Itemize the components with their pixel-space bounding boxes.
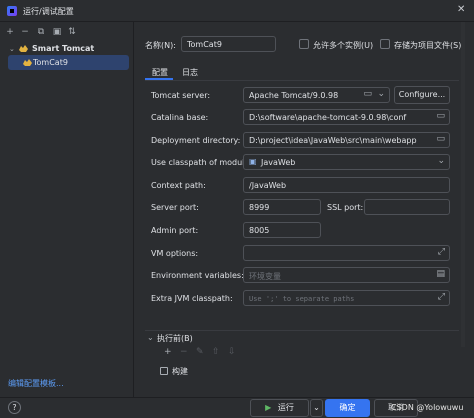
remove-icon[interactable]: −: [20, 27, 30, 37]
tree-root-label[interactable]: Smart Tomcat: [32, 44, 94, 53]
expand-icon: ⤢: [437, 247, 445, 257]
chevron-down-icon[interactable]: ⌄: [9, 45, 15, 53]
tab-logs[interactable]: 日志: [182, 67, 198, 78]
env-vars-field[interactable]: 环境变量 ▤: [243, 267, 450, 283]
close-icon[interactable]: ✕: [457, 4, 465, 15]
folder-icon: ▭: [363, 89, 372, 99]
extra-jvm-label: Extra JVM classpath:: [151, 294, 233, 303]
classpath-module-label: Use classpath of module:: [151, 158, 253, 167]
classpath-module-select[interactable]: ▣ JavaWeb ⌄: [243, 154, 450, 170]
tomcat-server-label: Tomcat server:: [151, 91, 211, 100]
tree-item-label: TomCat9: [33, 58, 68, 67]
name-label: 名称(N):: [145, 41, 176, 50]
build-icon: [160, 367, 168, 375]
run-button[interactable]: ▶ 运行: [250, 399, 309, 417]
ok-button[interactable]: 确定: [325, 399, 370, 417]
vm-options-label: VM options:: [151, 249, 199, 258]
name-field[interactable]: TomCat9: [181, 36, 276, 52]
expand-icon: ⤢: [437, 292, 445, 302]
chevron-down-icon: ⌄: [437, 156, 445, 166]
section-divider: [145, 330, 459, 331]
configure-button[interactable]: Configure...: [394, 86, 450, 104]
folder-icon: ▭: [436, 111, 445, 121]
chevron-down-icon[interactable]: ⌄: [147, 333, 154, 342]
help-button[interactable]: ?: [8, 401, 21, 414]
add-icon[interactable]: +: [5, 27, 15, 37]
extra-jvm-field[interactable]: Use ';' to separate paths ⤢: [243, 290, 450, 306]
move-down-icon[interactable]: ⇩: [228, 347, 236, 357]
ssl-port-field[interactable]: [364, 199, 450, 215]
window-title: 运行/调试配置: [23, 7, 74, 16]
watermark: CSDN @Yolowuwu: [391, 403, 464, 412]
context-path-label: Context path:: [151, 181, 206, 190]
add-task-icon[interactable]: +: [164, 347, 172, 357]
vm-options-field[interactable]: ⤢: [243, 245, 450, 261]
env-vars-label: Environment variables:: [151, 271, 244, 280]
copy-icon[interactable]: ⧉: [36, 27, 46, 37]
tomcat-icon: [22, 58, 33, 68]
edit-templates-link[interactable]: 编辑配置模板...: [8, 378, 64, 389]
server-port-label: Server port:: [151, 203, 199, 212]
before-launch-title[interactable]: 执行前(B): [157, 333, 193, 344]
move-up-icon[interactable]: ⇧: [212, 347, 220, 357]
ssl-port-label: SSL port:: [327, 203, 364, 212]
allow-parallel-checkbox[interactable]: [299, 39, 309, 49]
folder-icon: ▭: [436, 134, 445, 144]
tomcat-server-select[interactable]: Apache Tomcat/9.0.98 ▭ ⌄: [243, 87, 390, 103]
run-button-label: 运行: [277, 403, 294, 412]
server-port-field[interactable]: 8999: [243, 199, 321, 215]
tab-divider: [145, 80, 459, 81]
build-task-item[interactable]: 构建: [172, 366, 188, 377]
admin-port-field[interactable]: 8005: [243, 222, 321, 238]
catalina-base-label: Catalina base:: [151, 113, 209, 122]
deployment-dir-label: Deployment directory:: [151, 136, 241, 145]
app-logo-icon: [7, 6, 17, 16]
edit-task-icon[interactable]: ✎: [196, 347, 204, 357]
store-project-file-label: 存储为项目文件(S): [394, 41, 462, 50]
context-path-field[interactable]: /JavaWeb: [243, 177, 450, 193]
run-options-dropdown[interactable]: ⌄: [310, 399, 323, 417]
admin-port-label: Admin port:: [151, 226, 199, 235]
tomcat-icon: [18, 44, 29, 54]
tab-config[interactable]: 配置: [152, 67, 168, 78]
module-icon: ▣: [249, 157, 257, 166]
catalina-base-field[interactable]: D:\software\apache-tomcat-9.0.98\conf ▭: [243, 109, 450, 125]
edit-env-icon: ▤: [436, 269, 445, 279]
configurations-panel: [0, 22, 134, 398]
folder-icon[interactable]: ▣: [52, 27, 62, 37]
allow-parallel-label: 允许多个实例(U): [313, 41, 374, 50]
store-project-file-checkbox[interactable]: [380, 39, 390, 49]
scrollbar[interactable]: [461, 22, 465, 347]
chevron-down-icon: ⌄: [377, 89, 385, 99]
deployment-dir-field[interactable]: D:\project\idea\JavaWeb\src\main\webapp …: [243, 132, 450, 148]
sort-icon[interactable]: ⇅: [67, 27, 77, 37]
remove-task-icon[interactable]: −: [180, 347, 188, 357]
run-icon: ▶: [265, 403, 272, 412]
